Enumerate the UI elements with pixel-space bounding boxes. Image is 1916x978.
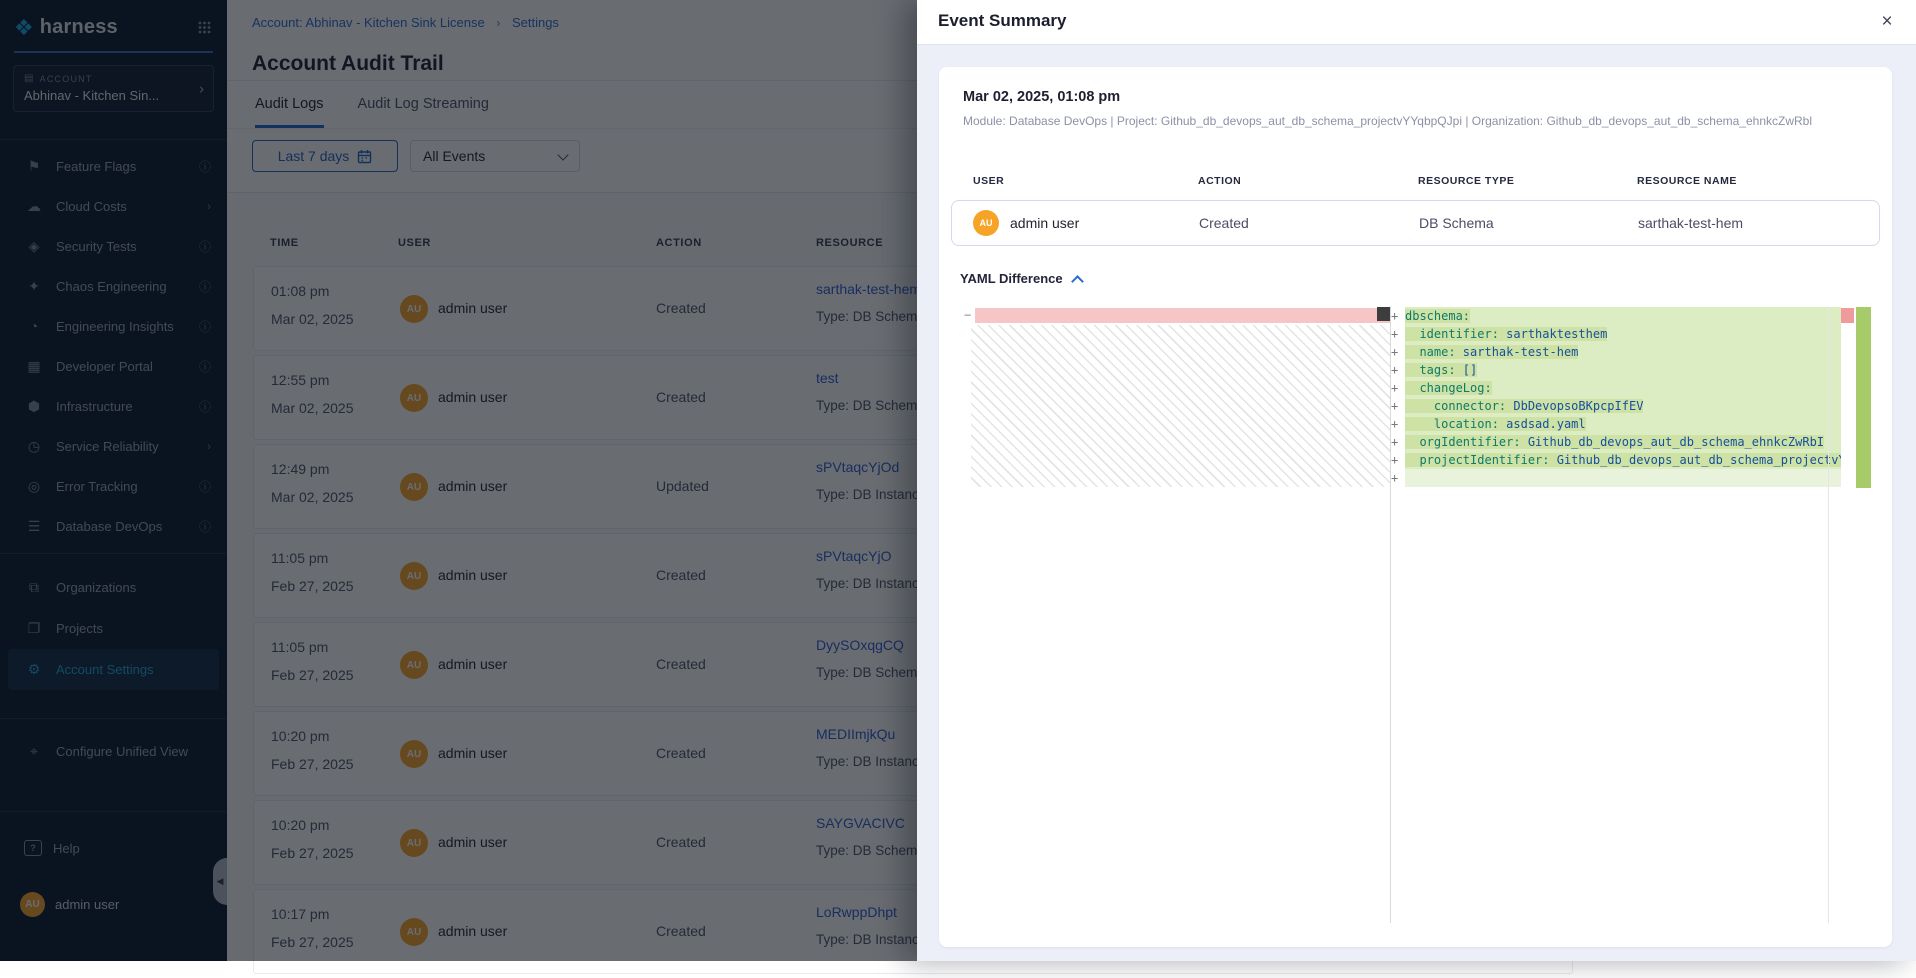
empty-original-hatch — [971, 325, 1390, 487]
added-gutter-sign: + — [1391, 343, 1405, 361]
yaml-key: connector: — [1405, 399, 1506, 413]
diff-line: + tags: [] — [1391, 361, 1841, 379]
added-gutter-sign: + — [1391, 451, 1405, 469]
yaml-key: name: — [1405, 345, 1456, 359]
column-resource-type: RESOURCE TYPE — [1418, 175, 1514, 187]
resource-name-value: sarthak-test-hem — [1638, 215, 1743, 231]
drawer-header: Event Summary × — [917, 0, 1916, 45]
resource-type-value: DB Schema — [1419, 215, 1494, 231]
diff-line: + — [1391, 469, 1841, 487]
close-icon[interactable]: × — [1874, 9, 1900, 35]
yaml-key: dbschema: — [1405, 309, 1470, 323]
diff-line: + connector: DbDevopsoBKpcpIfEV — [1391, 397, 1841, 415]
event-timestamp: Mar 02, 2025, 01:08 pm — [963, 89, 1120, 105]
yaml-value: DbDevopsoBKpcpIfEV — [1506, 399, 1643, 413]
screen: ❖ harness ▤ ACCOUNT Abhinav - Kitchen Si… — [0, 0, 1916, 961]
yaml-key: tags: — [1405, 363, 1456, 377]
added-gutter-sign: + — [1391, 415, 1405, 433]
minimap-added-marker[interactable] — [1856, 307, 1871, 488]
column-resource-name: RESOURCE NAME — [1637, 175, 1737, 187]
added-lines: + dbschema: + identifier: sarthaktesthem… — [1391, 307, 1841, 487]
event-summary-card: Mar 02, 2025, 01:08 pm Module: Database … — [939, 67, 1892, 947]
yaml-key: projectIdentifier: — [1405, 453, 1550, 467]
diff-sash-handle[interactable] — [1377, 307, 1390, 321]
diff-line: + orgIdentifier: Github_db_devops_aut_db… — [1391, 433, 1841, 451]
column-user: USER — [973, 175, 1004, 187]
user-avatar: AU — [973, 210, 999, 236]
yaml-key: orgIdentifier: — [1405, 435, 1521, 449]
diff-line: + name: sarthak-test-hem — [1391, 343, 1841, 361]
yaml-value: sarthaktesthem — [1499, 327, 1607, 341]
removed-line-bar — [975, 308, 1390, 323]
yaml-value: [] — [1456, 363, 1478, 377]
yaml-value: asdsad.yaml — [1499, 417, 1586, 431]
event-table-row: AU admin user Created DB Schema sarthak-… — [951, 200, 1880, 246]
editor-edge-line — [1828, 306, 1829, 923]
yaml-value: Github_db_devops_aut_db_schema_projectvY… — [1550, 453, 1842, 467]
yaml-value: sarthak-test-hem — [1456, 345, 1579, 359]
diff-line: + location: asdsad.yaml — [1391, 415, 1841, 433]
user-name: admin user — [1010, 215, 1079, 231]
event-meta: Module: Database DevOps | Project: Githu… — [963, 114, 1876, 128]
added-gutter-sign: + — [1391, 397, 1405, 415]
yaml-diff-editor: − + dbschema: + identifier — [963, 306, 1875, 923]
yaml-key: location: — [1405, 417, 1499, 431]
added-gutter-sign: + — [1391, 307, 1405, 325]
removed-gutter-sign: − — [964, 306, 971, 324]
diff-line: + projectIdentifier: Github_db_devops_au… — [1391, 451, 1841, 469]
action-value: Created — [1199, 215, 1249, 231]
added-gutter-sign: + — [1391, 379, 1405, 397]
yaml-difference-toggle[interactable]: YAML Difference — [960, 271, 1082, 286]
minimap-removed-marker[interactable] — [1841, 308, 1854, 323]
column-action: ACTION — [1198, 175, 1241, 187]
drawer-title: Event Summary — [938, 11, 1067, 31]
added-gutter-sign: + — [1391, 433, 1405, 451]
yaml-value: Github_db_devops_aut_db_schema_ehnkcZwRb… — [1521, 435, 1824, 449]
diff-line: + dbschema: — [1391, 307, 1841, 325]
diff-line: + identifier: sarthaktesthem — [1391, 325, 1841, 343]
added-gutter-sign: + — [1391, 325, 1405, 343]
event-summary-drawer: Event Summary × Mar 02, 2025, 01:08 pm M… — [917, 0, 1916, 961]
added-gutter-sign: + — [1391, 361, 1405, 379]
yaml-key: changeLog: — [1405, 381, 1492, 395]
diff-line: + changeLog: — [1391, 379, 1841, 397]
added-gutter-sign: + — [1391, 469, 1405, 487]
chevron-up-icon — [1071, 275, 1084, 288]
yaml-key: identifier: — [1405, 327, 1499, 341]
